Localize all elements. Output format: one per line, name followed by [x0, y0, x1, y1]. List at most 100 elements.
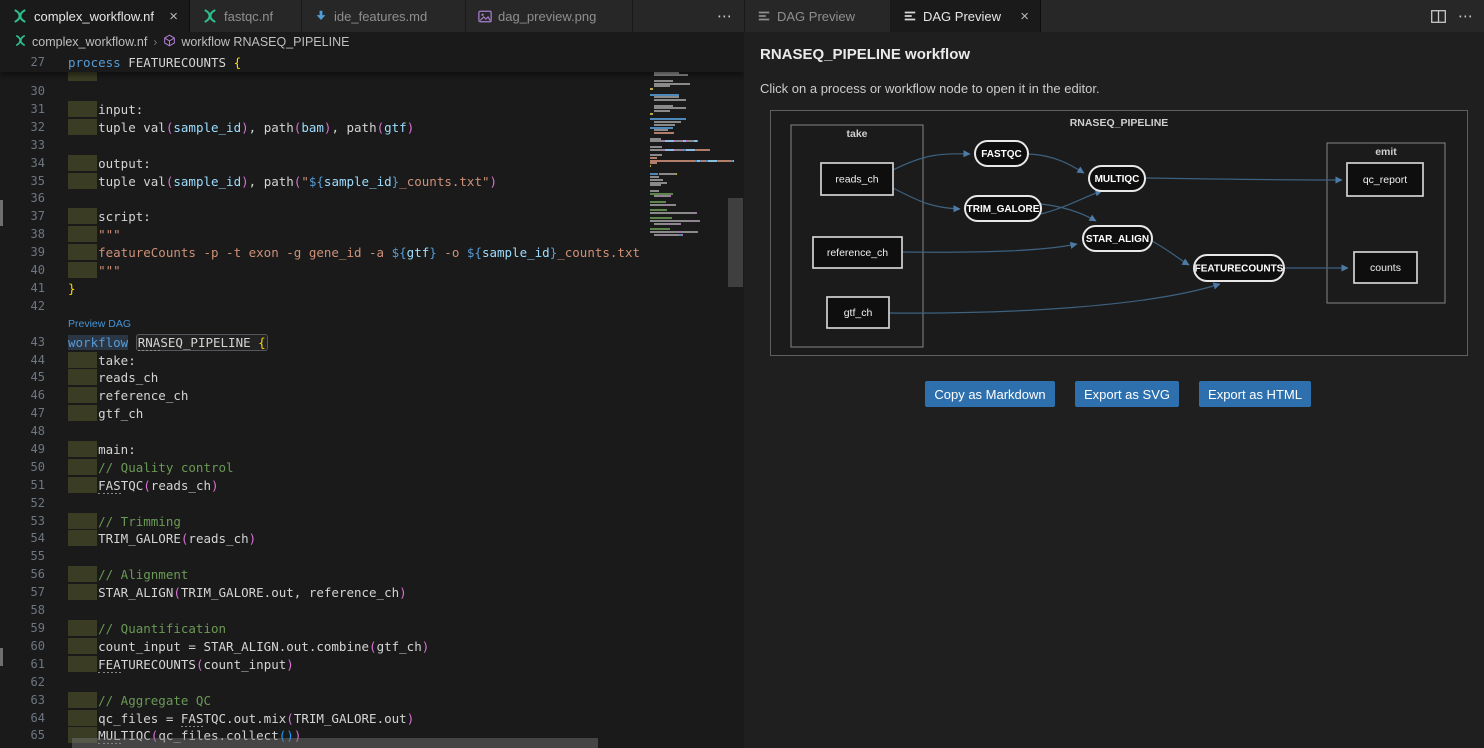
tab-dag-dag-preview-active[interactable]: DAG Preview × — [891, 0, 1041, 32]
code-line-62[interactable]: 62 — [0, 673, 648, 691]
code-line-50[interactable]: 50 // Quality control — [0, 458, 648, 476]
breadcrumb: complex_workflow.nf › workflow RNASEQ_PI… — [0, 32, 744, 52]
code-line-57[interactable]: 57 STAR_ALIGN(TRIM_GALORE.out, reference… — [0, 583, 648, 601]
symbol-workflow-icon — [163, 34, 176, 47]
code-line-45[interactable]: 45 reads_ch — [0, 368, 648, 386]
code-line-32[interactable]: 32 tuple val(sample_id), path(bam), path… — [0, 118, 648, 136]
code-line-49[interactable]: 49 main: — [0, 440, 648, 458]
code-line-31[interactable]: 31 input: — [0, 100, 648, 118]
split-editor-button[interactable] — [1431, 10, 1446, 23]
minimap-line — [650, 135, 726, 137]
tab-label: complex_workflow.nf — [34, 9, 154, 24]
dag-node-gtf_ch[interactable]: gtf_ch — [827, 297, 889, 328]
more-tabs-button[interactable]: ⋯ — [710, 0, 740, 32]
minimap-line — [650, 212, 726, 214]
minimap-line — [650, 80, 726, 82]
codelens-link[interactable]: Preview DAG — [68, 318, 131, 330]
code-line-63[interactable]: 63 // Aggregate QC — [0, 691, 648, 709]
code-line-35[interactable]: 35 tuple val(sample_id), path("${sample_… — [0, 172, 648, 190]
ide-window: complex_workflow.nf × fastqc.nfide_feature… — [0, 0, 1484, 748]
tab-complex_workflow-nf-active[interactable]: complex_workflow.nf × — [0, 0, 190, 32]
minimap-line — [650, 107, 726, 109]
minimap-line — [650, 206, 726, 208]
minimap-line — [650, 116, 726, 118]
code-line-33[interactable]: 33 — [0, 136, 648, 154]
code-line-38[interactable]: 38 """ — [0, 225, 648, 243]
dag-node-reads_ch[interactable]: reads_ch — [821, 163, 893, 195]
line-content: count_input = STAR_ALIGN.out.combine(gtf… — [68, 639, 429, 654]
code-line-58[interactable]: 58 — [0, 601, 648, 619]
code-line-30[interactable]: 30 — [0, 82, 648, 100]
code-line-42[interactable]: 42 — [0, 297, 648, 315]
code-line-48[interactable]: 48 — [0, 422, 648, 440]
line-content: tuple val(sample_id), path(bam), path(gt… — [68, 120, 414, 135]
preview-icon — [903, 9, 917, 23]
horizontal-scrollbar-thumb[interactable] — [72, 738, 598, 748]
minimap-line — [650, 113, 726, 115]
code-line-41[interactable]: 41} — [0, 279, 648, 297]
minimap-line — [650, 190, 726, 192]
close-tab-icon[interactable]: × — [166, 9, 181, 24]
close-tab-icon[interactable]: × — [1017, 9, 1032, 24]
copy-as-markdown-button[interactable]: Copy as Markdown — [925, 381, 1055, 407]
code-line-51[interactable]: 51 FASTQC(reads_ch) — [0, 476, 648, 494]
line-number: 63 — [0, 693, 45, 707]
code-line-43[interactable]: 43workflow RNASEQ_PIPELINE { — [0, 333, 648, 351]
minimap-line — [650, 132, 726, 134]
export-as-html-button[interactable]: Export as HTML — [1199, 381, 1311, 407]
code-line-59[interactable]: 59 // Quantification — [0, 619, 648, 637]
line-content: TRIM_GALORE(reads_ch) — [68, 531, 256, 546]
code-line-61[interactable]: 61 FEATURECOUNTS(count_input) — [0, 655, 648, 673]
dag-node-reference_ch[interactable]: reference_ch — [813, 237, 902, 268]
svg-text:gtf_ch: gtf_ch — [844, 307, 873, 319]
breadcrumb-symbol[interactable]: workflow RNASEQ_PIPELINE — [163, 34, 349, 50]
tab-ide_features-md[interactable]: ide_features.md — [302, 0, 466, 32]
dag-node-MULTIQC[interactable]: MULTIQC — [1089, 166, 1145, 191]
minimap-line — [650, 228, 726, 230]
codelens-preview-dag[interactable]: Preview DAG — [0, 315, 648, 333]
line-number: 45 — [0, 370, 45, 384]
dag-node-TRIM_GALORE[interactable]: TRIM_GALORE — [965, 196, 1041, 221]
code-line-44[interactable]: 44 take: — [0, 351, 648, 369]
tab-label: DAG Preview — [923, 9, 1001, 24]
minimap-line — [650, 217, 726, 219]
code-line-39[interactable]: 39 featureCounts -p -t exon -g gene_id -… — [0, 243, 648, 261]
nextflow-icon — [202, 8, 218, 24]
minimap-line — [650, 204, 726, 206]
line-number: 47 — [0, 406, 45, 420]
tab-fastqc-nf[interactable]: fastqc.nf — [190, 0, 302, 32]
more-actions-button[interactable]: ⋯ — [1458, 7, 1474, 25]
breadcrumb-file[interactable]: complex_workflow.nf — [14, 34, 147, 50]
line-content: """ — [68, 227, 121, 242]
minimap[interactable] — [650, 55, 726, 239]
dag-node-STAR_ALIGN[interactable]: STAR_ALIGN — [1083, 226, 1152, 251]
code-line-54[interactable]: 54 TRIM_GALORE(reads_ch) — [0, 529, 648, 547]
dag-node-FASTQC[interactable]: FASTQC — [975, 141, 1028, 166]
code-line-46[interactable]: 46 reference_ch — [0, 386, 648, 404]
dag-node-FEATURECOUNTS[interactable]: FEATURECOUNTS — [1194, 255, 1284, 281]
svg-text:qc_report: qc_report — [1363, 174, 1407, 186]
code-line-53[interactable]: 53 // Trimming — [0, 512, 648, 530]
code-line-37[interactable]: 37 script: — [0, 207, 648, 225]
code-line-47[interactable]: 47 gtf_ch — [0, 404, 648, 422]
tab-dag-dag-preview[interactable]: DAG Preview — [745, 0, 891, 32]
sticky-scroll-line[interactable]: 27process FEATURECOUNTS { — [0, 52, 744, 72]
code-line-34[interactable]: 34 output: — [0, 154, 648, 172]
minimap-line — [650, 209, 726, 211]
code-line-52[interactable]: 52 — [0, 494, 648, 512]
line-content: main: — [68, 442, 136, 457]
vertical-scrollbar-thumb[interactable] — [728, 198, 743, 287]
code-editor[interactable]: 3031 input:32 tuple val(sample_id), path… — [0, 52, 744, 748]
code-line-36[interactable]: 36 — [0, 189, 648, 207]
code-line-55[interactable]: 55 — [0, 547, 648, 565]
dag-node-qc_report[interactable]: qc_report — [1347, 163, 1423, 196]
export-as-svg-button[interactable]: Export as SVG — [1075, 381, 1179, 407]
code-line-60[interactable]: 60 count_input = STAR_ALIGN.out.combine(… — [0, 637, 648, 655]
tab-dag_preview-png[interactable]: dag_preview.png — [466, 0, 633, 32]
code-line-40[interactable]: 40 """ — [0, 261, 648, 279]
dag-node-counts[interactable]: counts — [1354, 252, 1417, 283]
code-line-56[interactable]: 56 // Alignment — [0, 565, 648, 583]
left-tab-group: complex_workflow.nf × fastqc.nfide_feature… — [0, 0, 633, 32]
line-content: process FEATURECOUNTS { — [68, 55, 241, 70]
code-line-64[interactable]: 64 qc_files = FASTQC.out.mix(TRIM_GALORE… — [0, 709, 648, 727]
